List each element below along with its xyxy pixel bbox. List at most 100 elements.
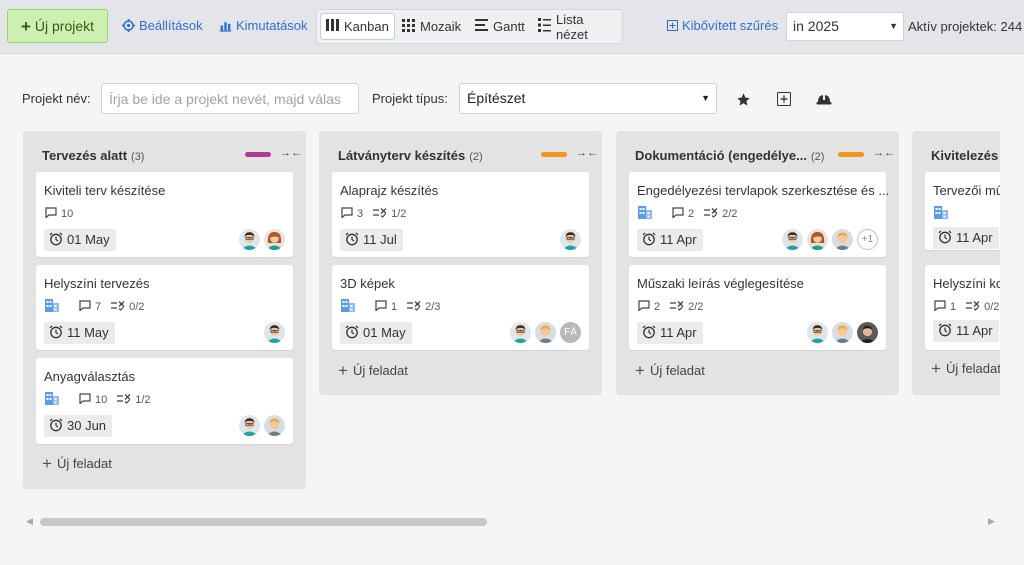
plus-icon: + (931, 359, 941, 378)
subtasks-value: 0/2 (984, 301, 1000, 313)
collapse-column-icon[interactable]: →← (576, 147, 598, 159)
task-meta: 10 1/2 (45, 392, 151, 407)
active-projects-count: Aktív projektek: 244 (908, 19, 1023, 34)
top-toolbar: + Új projekt Beállítások Kimutatások Kan… (0, 0, 1024, 54)
avatar[interactable] (264, 229, 285, 250)
task-title: Alaprajz készítés (340, 183, 439, 198)
avatar[interactable] (264, 415, 285, 436)
project-name-label: Projekt név: (22, 91, 91, 106)
avatar[interactable] (782, 229, 803, 250)
subtasks-count: 2/3 (407, 300, 440, 314)
task-card[interactable]: Tervezői mű 11 Apr (925, 172, 1000, 250)
project-name-input[interactable]: Írja be ide a projekt nevét, majd válas (101, 83, 359, 114)
add-task-label: Új feladat (352, 363, 408, 378)
task-card[interactable]: Engedélyezési tervlapok szerkesztése és … (629, 172, 889, 257)
tab-list[interactable]: Lista nézet (533, 12, 622, 42)
tab-kanban[interactable]: Kanban (320, 13, 395, 40)
add-task-label: Új feladat (945, 361, 1000, 376)
task-card[interactable]: Anyagválasztás 10 1/2 30 Jun (36, 358, 293, 444)
add-task-button[interactable]: + Új feladat (338, 362, 408, 379)
comments-value: 7 (95, 301, 102, 313)
avatar-initials[interactable]: FÁ (560, 322, 581, 343)
avatar[interactable] (832, 229, 853, 250)
comments-value: 10 (95, 394, 108, 406)
assignees: FÁ (510, 322, 581, 343)
more-assignees-badge[interactable]: +1 (857, 229, 878, 250)
tab-mosaic[interactable]: Mozaik (397, 13, 466, 40)
advanced-filter-link[interactable]: Kibővített szűrés (667, 18, 778, 33)
settings-label: Beállítások (139, 18, 203, 33)
task-meta: 3 1/2 (341, 207, 406, 221)
add-task-button[interactable]: + Új feladat (42, 455, 112, 472)
reports-label: Kimutatások (236, 18, 308, 33)
column-clip: Kivitelezés Tervezői mű 11 Apr Helyszíni… (912, 131, 1000, 401)
comments-count: 1 (934, 300, 956, 314)
avatar[interactable] (832, 322, 853, 343)
kanban-icon (326, 19, 339, 34)
add-box-icon[interactable] (775, 90, 793, 108)
star-icon[interactable] (734, 90, 752, 108)
building-icon (45, 299, 59, 315)
task-title: Kiviteli terv készítése (44, 183, 166, 198)
comment-icon (79, 393, 91, 407)
add-task-label: Új feladat (56, 456, 112, 471)
task-card[interactable]: Kiviteli terv készítése 10 01 May (36, 172, 293, 257)
avatar[interactable] (535, 322, 556, 343)
subtasks-count: 2/2 (704, 207, 738, 221)
new-project-label: Új projekt (34, 18, 95, 34)
comments-value: 1 (391, 301, 398, 313)
due-date: 11 Apr (637, 322, 703, 344)
plus-icon: + (20, 16, 31, 36)
project-type-label: Projekt típus: (372, 91, 448, 106)
add-task-button[interactable]: + Új feladat (931, 360, 1000, 377)
due-date-value: 30 Jun (67, 418, 107, 433)
subtasks-count: 1/2 (117, 393, 151, 407)
task-card[interactable]: Helyszíni ko 1 0/2 11 Apr (925, 265, 1000, 350)
task-card[interactable]: Helyszíni tervezés 7 0/2 11 May (36, 265, 293, 350)
scroll-right-arrow[interactable]: ▶ (988, 516, 995, 527)
avatar[interactable] (239, 229, 260, 250)
avatar[interactable] (857, 322, 878, 343)
task-title: Helyszíni ko (933, 276, 1000, 291)
avatar[interactable] (807, 322, 828, 343)
project-type-select[interactable]: Építészet ▼ (459, 83, 717, 114)
reports-link[interactable]: Kimutatások (219, 18, 308, 33)
avatar[interactable] (264, 322, 285, 343)
due-date-value: 11 Jul (363, 232, 397, 247)
avatar[interactable] (560, 229, 581, 250)
task-title: Helyszíni tervezés (44, 276, 150, 291)
subtasks-value: 1/2 (391, 208, 407, 220)
tab-gantt[interactable]: Gantt (470, 13, 530, 40)
bar-chart-icon (219, 19, 232, 32)
subtasks-value: 2/2 (722, 208, 738, 220)
kanban-column: Tervezés alatt (3) →← Kiviteli terv készí… (23, 131, 306, 489)
task-card[interactable]: 3D képek 1 2/3 01 May FÁ (332, 265, 589, 350)
grid-icon (402, 18, 415, 35)
comment-icon (341, 207, 353, 221)
column-color-bar (245, 152, 271, 157)
plus-icon: + (42, 454, 52, 473)
new-project-button[interactable]: + Új projekt (7, 9, 108, 43)
avatar[interactable] (239, 415, 260, 436)
year-filter-select[interactable]: in 2025 ▼ (786, 12, 904, 41)
alarm-clock-icon (345, 232, 359, 249)
collapse-column-icon[interactable]: →← (873, 147, 895, 159)
comment-icon (638, 300, 650, 314)
column-title-text: Kivitelezés (931, 148, 999, 163)
due-date-value: 11 Apr (956, 230, 993, 245)
task-card[interactable]: Alaprajz készítés 3 1/2 11 Jul (332, 172, 589, 257)
avatar[interactable] (510, 322, 531, 343)
task-title: Tervezői mű (933, 183, 1000, 198)
scrollbar-thumb[interactable] (40, 518, 487, 526)
add-task-button[interactable]: + Új feladat (635, 362, 705, 379)
assignees: +1 (782, 229, 878, 250)
scroll-left-arrow[interactable]: ◀ (26, 516, 33, 527)
hard-hat-icon[interactable] (815, 90, 833, 108)
settings-link[interactable]: Beállítások (122, 18, 203, 33)
collapse-column-icon[interactable]: →← (280, 147, 302, 159)
avatar[interactable] (807, 229, 828, 250)
task-card[interactable]: Műszaki leírás véglegesítése 2 2/2 11 Ap… (629, 265, 886, 350)
column-title-text: Dokumentáció (engedélye... (635, 148, 807, 163)
comment-icon (672, 207, 684, 221)
subtasks-value: 2/2 (688, 301, 704, 313)
